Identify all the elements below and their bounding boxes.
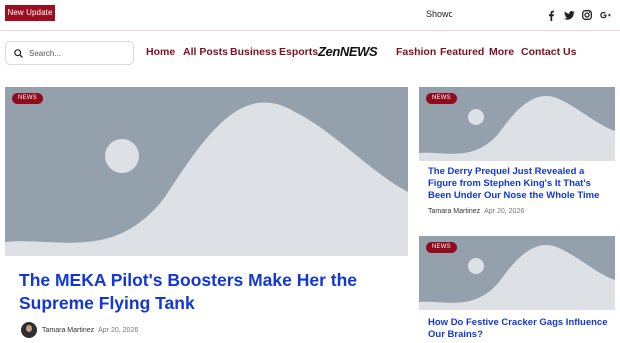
nav-featured[interactable]: Featured bbox=[440, 46, 484, 58]
post-date: Apr 20, 2026 bbox=[484, 208, 525, 215]
category-badge[interactable]: NEWS bbox=[426, 242, 457, 253]
side-post-title[interactable]: How Do Festive Cracker Gags Influence Ou… bbox=[428, 317, 610, 341]
site-logo[interactable]: ZenNEWS bbox=[318, 44, 378, 59]
side-post-title[interactable]: The Derry Prequel Just Revealed a Figure… bbox=[428, 166, 610, 202]
main-post-meta: Tamara Martinez Apr 20, 2026 bbox=[21, 322, 138, 338]
nav-business[interactable]: Business bbox=[230, 46, 277, 58]
nav-fashion[interactable]: Fashion bbox=[396, 46, 436, 58]
google-plus-icon[interactable] bbox=[596, 7, 614, 23]
nav-home[interactable]: Home bbox=[146, 46, 175, 58]
author-name[interactable]: Tamara Martinez bbox=[428, 208, 480, 215]
top-bar: New Update Showc bbox=[0, 0, 620, 31]
side-post-card[interactable]: NEWS bbox=[419, 87, 615, 161]
post-image-placeholder[interactable] bbox=[5, 87, 408, 256]
nav-more[interactable]: More bbox=[489, 46, 514, 58]
side-post-card[interactable]: NEWS bbox=[419, 236, 615, 310]
main-navigation: Home All Posts Business Esports ZenNEWS … bbox=[0, 31, 620, 77]
news-ticker[interactable]: Showc bbox=[426, 9, 452, 19]
main-post-title[interactable]: The MEKA Pilot's Boosters Make Her the S… bbox=[19, 269, 389, 315]
search-box[interactable] bbox=[5, 41, 134, 65]
post-date: Apr 20, 2026 bbox=[98, 326, 139, 334]
author-avatar[interactable] bbox=[21, 322, 37, 338]
instagram-icon[interactable] bbox=[578, 7, 596, 23]
new-update-button[interactable]: New Update bbox=[5, 5, 55, 21]
category-badge[interactable]: NEWS bbox=[426, 93, 457, 104]
category-badge[interactable]: NEWS bbox=[12, 93, 43, 104]
nav-esports[interactable]: Esports bbox=[279, 46, 318, 58]
author-name[interactable]: Tamara Martinez bbox=[42, 327, 94, 334]
twitter-icon[interactable] bbox=[560, 7, 578, 23]
nav-contact-us[interactable]: Contact Us bbox=[521, 46, 576, 58]
social-links bbox=[542, 7, 614, 23]
side-post-meta: Tamara Martinez Apr 20, 2026 bbox=[428, 208, 524, 215]
search-icon bbox=[14, 48, 23, 58]
facebook-icon[interactable] bbox=[542, 7, 560, 23]
search-input[interactable] bbox=[29, 48, 125, 58]
nav-all-posts[interactable]: All Posts bbox=[183, 46, 228, 58]
